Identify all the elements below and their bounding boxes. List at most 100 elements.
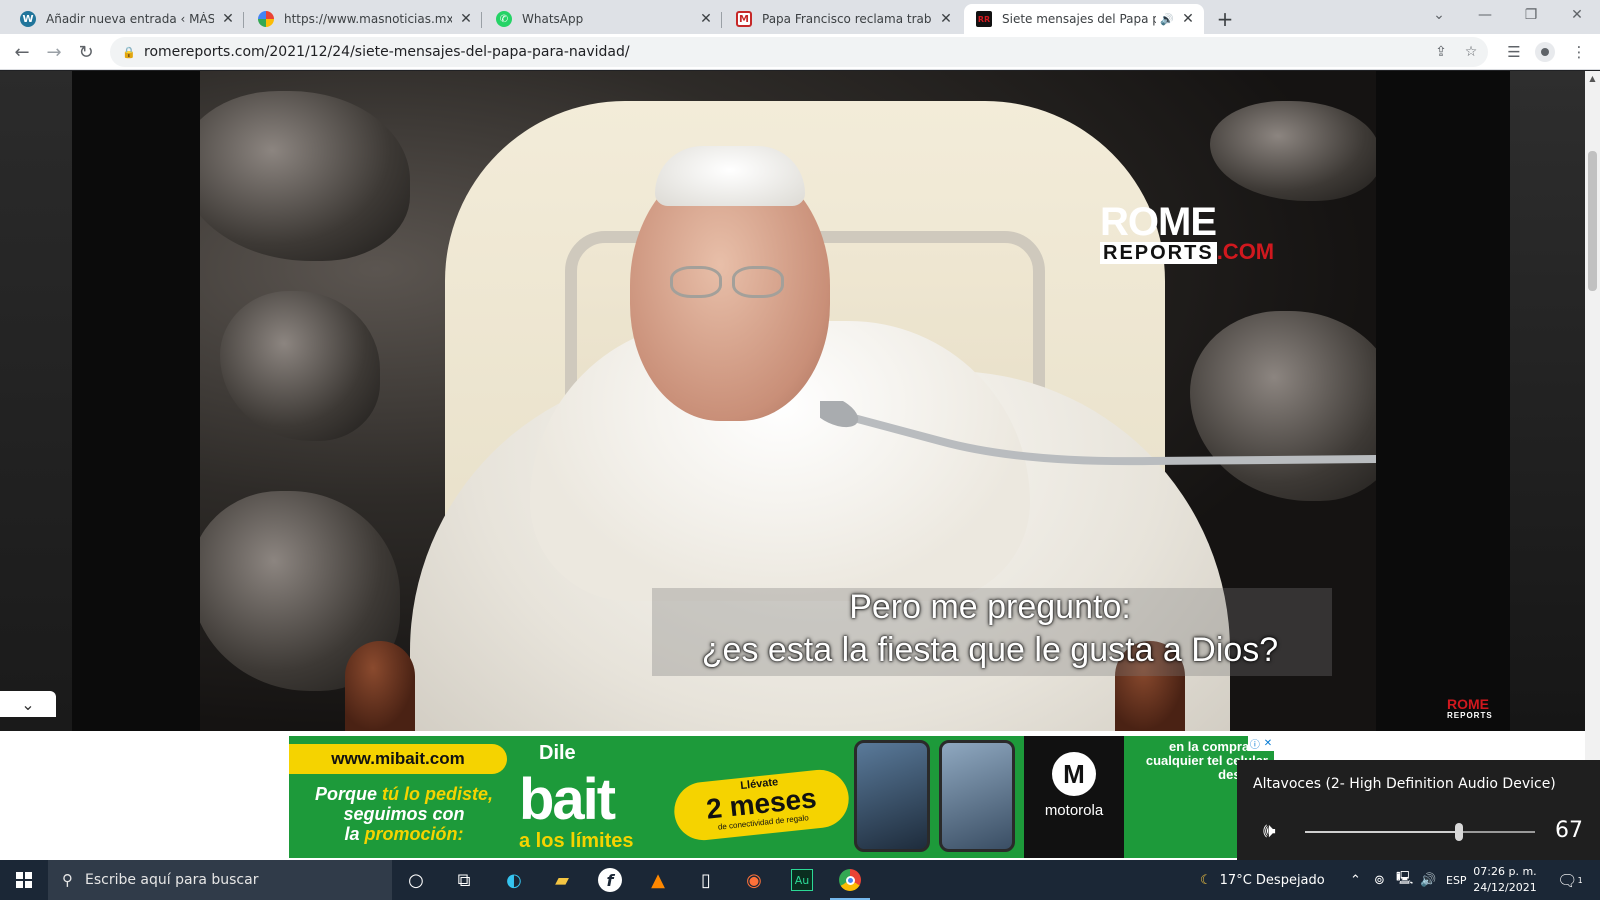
window-close-icon[interactable]: ✕ [1554, 0, 1600, 30]
browser-toolbar: ← → ↻ 🔒 romereports.com/2021/12/24/siete… [0, 34, 1600, 70]
close-icon[interactable]: ✕ [458, 11, 474, 27]
forward-button[interactable]: → [40, 38, 68, 66]
tab-separator [721, 12, 722, 28]
restore-icon[interactable]: ❐ [1508, 0, 1554, 30]
bait-advertisement[interactable]: www.mibait.com Porque tú lo pediste, seg… [289, 736, 1274, 858]
task-view-icon[interactable]: ⧉ [440, 860, 488, 900]
start-button[interactable] [0, 860, 48, 900]
volume-icon[interactable]: 🔊 [1420, 860, 1436, 900]
ad-choices[interactable]: ⓘ ✕ [1248, 736, 1274, 751]
video-frame[interactable]: Pero me pregunto: ¿es esta la fiesta que… [200, 71, 1376, 731]
chrome-icon[interactable] [826, 860, 874, 900]
avatar-icon [1541, 48, 1549, 56]
logo-line: ROME [1100, 200, 1217, 244]
windows-icon [16, 872, 32, 888]
close-icon[interactable]: ✕ [938, 11, 954, 27]
ad-dile: Dile [539, 742, 576, 764]
tab-title: Siete mensajes del Papa para [1002, 12, 1157, 26]
cortana-icon[interactable]: ○ [392, 860, 440, 900]
edge-icon[interactable]: ◐ [490, 860, 538, 900]
tab-search-icon[interactable]: ⌄ [1416, 0, 1462, 30]
volume-level: 67 [1555, 818, 1583, 843]
weather-widget[interactable]: ☾ 17°C Despejado [1200, 860, 1325, 900]
milenio-icon: M [736, 11, 752, 27]
background-rock [220, 291, 380, 441]
share-icon[interactable]: ⇪ [1430, 41, 1452, 63]
speaker-icon[interactable]: 🕪 [1263, 818, 1276, 842]
speaker-icon[interactable]: 🔊 [1160, 13, 1174, 26]
network-icon[interactable]: 🖳 [1396, 860, 1413, 900]
bookmark-star-icon[interactable]: ☆ [1460, 41, 1482, 63]
colorful-site-icon [258, 11, 274, 27]
tray-chevron-icon[interactable]: ⌃ [1350, 860, 1361, 900]
info-icon[interactable]: ⓘ [1250, 736, 1260, 751]
ad-site[interactable]: www.mibait.com [289, 744, 507, 774]
moon-icon: ☾ [1200, 872, 1212, 888]
lock-icon[interactable]: 🔒 [122, 46, 136, 59]
desktop: W Añadir nueva entrada ‹ MÁSNOTI ✕ https… [0, 0, 1600, 900]
app-f-icon[interactable]: f [586, 860, 634, 900]
video-player[interactable]: Pero me pregunto: ¿es esta la fiesta que… [0, 71, 1585, 731]
windows-taskbar: ⚲ Escribe aquí para buscar ○ ⧉ ◐ ▰ f ▲ ▯… [0, 860, 1600, 900]
romereports-logo: ROME REPORTS .COM [1100, 200, 1274, 264]
tab-title: Papa Francisco reclama trabajos [762, 12, 932, 26]
tab-milenio[interactable]: M Papa Francisco reclama trabajos ✕ [724, 4, 962, 34]
close-icon[interactable]: ✕ [698, 11, 714, 27]
back-button[interactable]: ← [8, 38, 36, 66]
wordpress-icon: W [20, 11, 36, 27]
tab-romereports[interactable]: RR Siete mensajes del Papa para 🔊 ✕ [964, 4, 1204, 34]
subtitle-line: Pero me pregunto: [849, 588, 1131, 626]
language-indicator[interactable]: ESP [1446, 860, 1467, 900]
bait-logo: bait [519, 767, 616, 832]
clock[interactable]: 07:26 p. m. 24/12/2021 [1470, 864, 1540, 896]
tab-masnoticias[interactable]: https://www.masnoticias.mx ✕ [246, 4, 482, 34]
tab-wordpress[interactable]: W Añadir nueva entrada ‹ MÁSNOTI ✕ [8, 4, 244, 34]
tab-whatsapp[interactable]: ✆ WhatsApp ✕ [484, 4, 722, 34]
search-icon: ⚲ [62, 871, 73, 889]
video-side-band [1510, 71, 1585, 731]
logo-line: REPORTS .COM [1100, 241, 1274, 264]
file-explorer-icon[interactable]: ▰ [538, 860, 586, 900]
firefox-icon[interactable]: ◉ [730, 860, 778, 900]
microphone [820, 401, 1376, 466]
romereports-icon: RR [976, 11, 992, 27]
close-icon[interactable]: ✕ [1264, 738, 1272, 749]
new-tab-button[interactable]: + [1212, 6, 1238, 32]
page-scrollbar[interactable]: ▲ [1585, 71, 1600, 860]
document-icon[interactable]: ▯ [682, 860, 730, 900]
close-icon[interactable]: ✕ [220, 11, 236, 27]
volume-slider-fill [1305, 831, 1460, 833]
taskbar-search[interactable]: ⚲ Escribe aquí para buscar [48, 860, 392, 900]
scrollbar-thumb[interactable] [1588, 151, 1597, 291]
reload-button[interactable]: ↻ [72, 38, 100, 66]
tab-separator [481, 12, 482, 28]
reading-list-icon[interactable]: ☰ [1500, 38, 1528, 66]
collapse-ad-button[interactable]: ⌄ [0, 691, 56, 717]
tab-title: Añadir nueva entrada ‹ MÁSNOTI [46, 12, 214, 26]
web-page: Pero me pregunto: ¿es esta la fiesta que… [0, 71, 1585, 860]
vlc-icon[interactable]: ▲ [634, 860, 682, 900]
url-text[interactable]: romereports.com/2021/12/24/siete-mensaje… [144, 44, 630, 60]
chevron-down-icon: ⌄ [21, 694, 35, 714]
audition-icon[interactable]: Au [778, 860, 826, 900]
menu-kebab-icon[interactable]: ⋮ [1565, 38, 1593, 66]
meet-now-icon[interactable]: ⊚ [1374, 860, 1385, 900]
zucchetto [655, 146, 805, 206]
background-rock [200, 91, 410, 261]
glasses [670, 266, 790, 298]
minimize-icon[interactable]: — [1462, 0, 1508, 30]
romereports-watermark: ROME REPORTS [1447, 696, 1493, 720]
ad-tagline: a los límites [519, 830, 634, 852]
phone-image [854, 740, 930, 852]
volume-slider[interactable] [1305, 823, 1535, 841]
profile-avatar[interactable] [1535, 42, 1555, 62]
notification-center-icon[interactable]: 🗨 1 [1550, 860, 1590, 900]
scroll-up-icon[interactable]: ▲ [1585, 71, 1600, 85]
audio-device-name[interactable]: Altavoces (2- High Definition Audio Devi… [1253, 776, 1556, 792]
search-placeholder: Escribe aquí para buscar [85, 872, 259, 888]
volume-slider-thumb[interactable] [1455, 823, 1464, 841]
close-icon[interactable]: ✕ [1180, 11, 1196, 27]
weather-text: 17°C Despejado [1219, 872, 1325, 888]
address-bar[interactable]: 🔒 romereports.com/2021/12/24/siete-mensa… [110, 37, 1488, 67]
motorola-icon: M [1052, 752, 1096, 796]
